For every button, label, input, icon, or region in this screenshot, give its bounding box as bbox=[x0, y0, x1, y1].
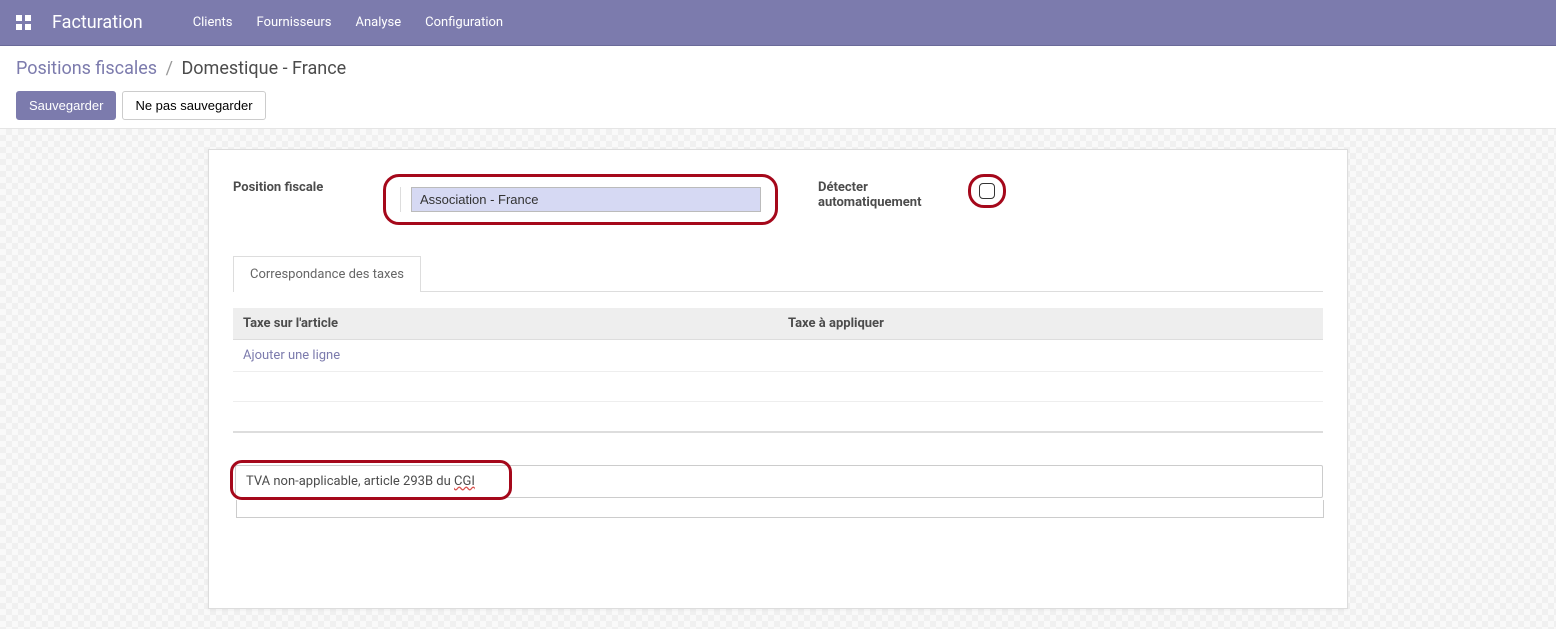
tabs: Correspondance des taxes bbox=[233, 255, 1323, 292]
col-actions bbox=[1293, 308, 1323, 340]
detect-auto-checkbox[interactable] bbox=[979, 183, 995, 199]
menu-clients[interactable]: Clients bbox=[193, 15, 233, 30]
app-title[interactable]: Facturation bbox=[52, 12, 143, 33]
main-menu: Clients Fournisseurs Analyse Configurati… bbox=[193, 15, 503, 30]
detect-auto-group: Détecter automatiquement bbox=[818, 174, 1323, 225]
position-fiscale-group: Position fiscale bbox=[233, 174, 778, 225]
position-fiscale-input[interactable] bbox=[411, 187, 761, 212]
content-area: Position fiscale Détecter automatiquemen… bbox=[0, 129, 1556, 629]
table-row-empty bbox=[233, 402, 1323, 432]
table-row-empty bbox=[233, 372, 1323, 402]
detect-auto-highlight bbox=[968, 174, 1006, 208]
form-row: Position fiscale Détecter automatiquemen… bbox=[233, 174, 1323, 225]
menu-fournisseurs[interactable]: Fournisseurs bbox=[257, 15, 332, 30]
action-buttons: Sauvegarder Ne pas sauvegarder bbox=[16, 91, 1540, 120]
tax-mapping-table: Taxe sur l'article Taxe à appliquer Ajou… bbox=[233, 308, 1323, 433]
save-button[interactable]: Sauvegarder bbox=[16, 91, 116, 120]
col-tax-to-apply: Taxe à appliquer bbox=[778, 308, 1293, 340]
breadcrumb-bar: Positions fiscales / Domestique - France… bbox=[0, 46, 1556, 129]
note-text-prefix: TVA non-applicable, article 293B du bbox=[246, 474, 454, 489]
breadcrumb: Positions fiscales / Domestique - France bbox=[16, 58, 1540, 79]
discard-button[interactable]: Ne pas sauvegarder bbox=[122, 91, 265, 120]
note-text-underlined: CGI bbox=[454, 474, 475, 489]
legal-note-input[interactable]: TVA non-applicable, article 293B du CGI bbox=[235, 465, 1323, 498]
position-fiscale-label: Position fiscale bbox=[233, 174, 363, 195]
col-tax-on-product: Taxe sur l'article bbox=[233, 308, 778, 340]
menu-configuration[interactable]: Configuration bbox=[425, 15, 503, 30]
field-border bbox=[400, 187, 761, 212]
apps-icon[interactable] bbox=[16, 15, 32, 31]
detect-auto-label: Détecter automatiquement bbox=[818, 174, 948, 210]
tab-tax-mapping[interactable]: Correspondance des taxes bbox=[233, 256, 421, 292]
breadcrumb-current: Domestique - France bbox=[181, 58, 346, 79]
add-line-link[interactable]: Ajouter une ligne bbox=[243, 348, 340, 363]
note-input-continuation bbox=[236, 500, 1324, 518]
navbar: Facturation Clients Fournisseurs Analyse… bbox=[0, 0, 1556, 46]
breadcrumb-parent[interactable]: Positions fiscales bbox=[16, 58, 157, 79]
breadcrumb-separator: / bbox=[166, 58, 173, 79]
note-section: TVA non-applicable, article 293B du CGI bbox=[233, 463, 1323, 518]
position-fiscale-highlight bbox=[383, 174, 778, 225]
detect-label-line1: Détecter bbox=[818, 180, 868, 195]
menu-analyse[interactable]: Analyse bbox=[356, 15, 402, 30]
form-sheet: Position fiscale Détecter automatiquemen… bbox=[208, 149, 1348, 609]
detect-label-line2: automatiquement bbox=[818, 195, 921, 210]
table-row-add: Ajouter une ligne bbox=[233, 340, 1323, 372]
